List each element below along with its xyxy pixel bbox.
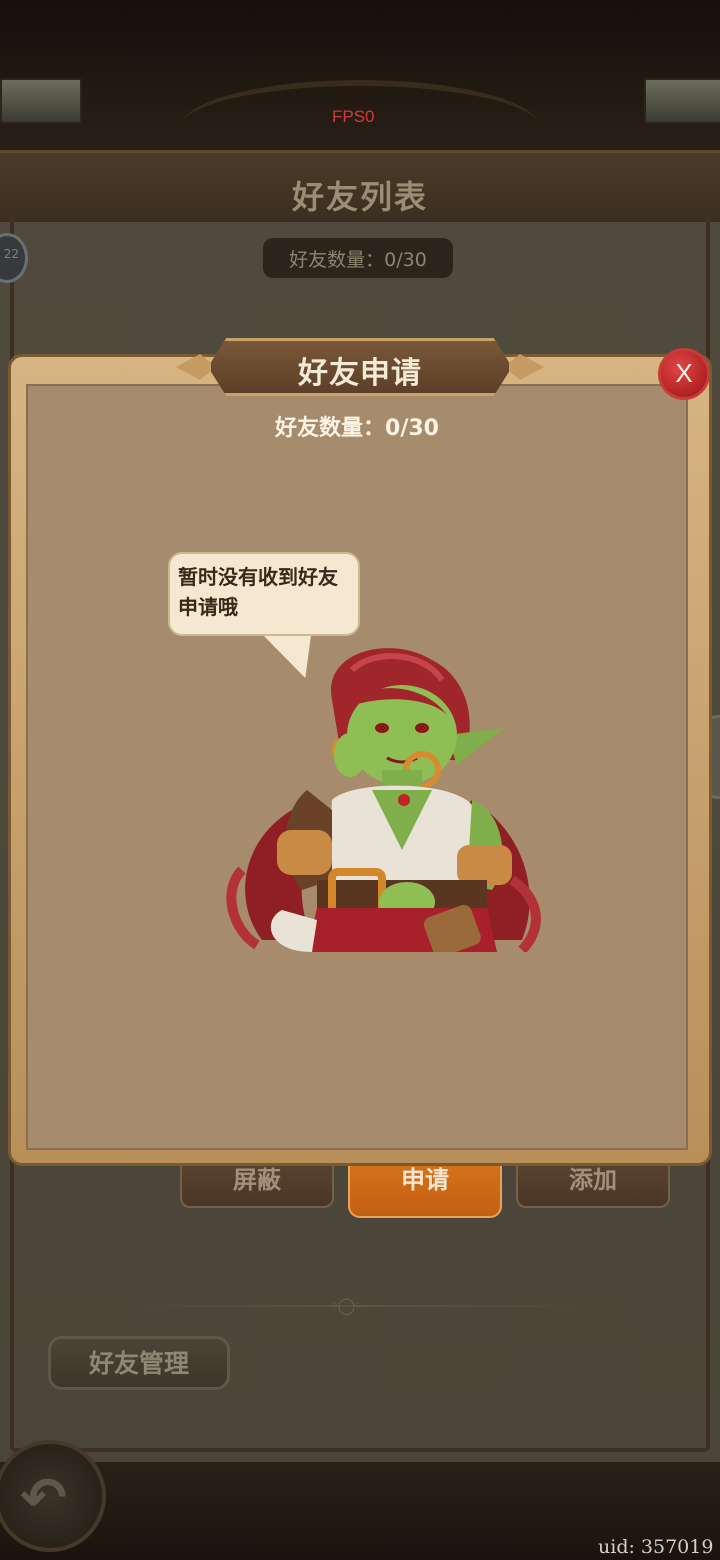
close-icon: X <box>675 358 693 388</box>
fps-counter: FPS0 <box>332 107 375 126</box>
friend-manage-button[interactable]: 好友管理 <box>48 1336 230 1390</box>
right-pillar-decor <box>644 78 720 124</box>
left-pillar-decor <box>0 78 82 124</box>
divider-ornament-icon: ◦◯◦ <box>330 1296 363 1315</box>
uid-label: uid: 357019 <box>598 1536 714 1558</box>
goblin-character-illustration <box>226 648 541 952</box>
dialog-friend-count: 好友数量：0/30 <box>275 416 439 441</box>
dialog-title: 好友申请 <box>298 356 422 391</box>
friend-list-count: 好友数量：0/30 <box>289 249 427 271</box>
empty-state-message: 暂时没有收到好友申请哦 <box>178 565 338 619</box>
level-badge-text: 22 <box>3 247 19 261</box>
back-arrow-icon: ↶ <box>20 1466 67 1531</box>
close-button[interactable]: X <box>658 348 710 400</box>
